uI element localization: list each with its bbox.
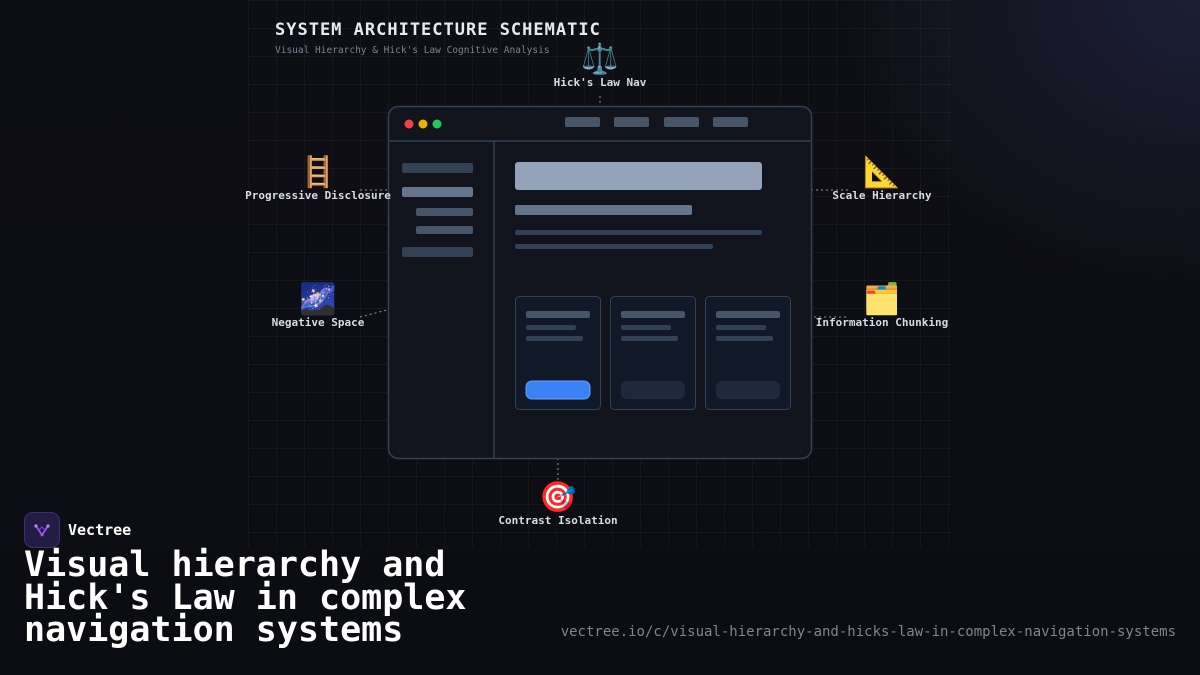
brand-name: Vectree	[68, 521, 132, 539]
callout-progressive-disclosure: 🪜 Progressive Disclosure	[245, 155, 391, 203]
nav-item-4	[713, 117, 748, 127]
callout-hicks-law-nav: ⚖️ Hick's Law Nav	[553, 42, 647, 90]
card-1-line-2	[526, 336, 583, 341]
card-2-line-2	[621, 336, 678, 341]
window-dot-red	[404, 119, 414, 129]
callout-label: Scale Hierarchy	[832, 189, 932, 202]
nav-item-1	[565, 117, 600, 127]
callout-label: Progressive Disclosure	[245, 189, 391, 202]
card-3-button	[716, 381, 780, 399]
triangle-ruler-icon: 📐	[863, 155, 901, 190]
ladder-icon: 🪜	[299, 155, 337, 190]
scales-icon: ⚖️	[581, 42, 619, 77]
sidebar-subitem-1	[416, 208, 473, 216]
card-2-title	[621, 311, 685, 318]
nav-item-2	[614, 117, 649, 127]
brand: Vectree	[24, 512, 131, 548]
body-line-1	[515, 230, 762, 235]
vectree-logo-icon	[24, 512, 60, 548]
card-3-title	[716, 311, 780, 318]
card-1-title	[526, 311, 590, 318]
window-dot-green	[432, 119, 442, 129]
card-1-primary-button	[525, 380, 591, 400]
window-dot-yellow	[418, 119, 428, 129]
headline: Visual hierarchy and Hick's Law in compl…	[24, 545, 467, 650]
sidebar-item-2-active	[402, 187, 473, 197]
card-2-line-1	[621, 325, 671, 330]
card-3-line-2	[716, 336, 773, 341]
card-index-dividers-icon: 🗂️	[863, 282, 901, 317]
callout-information-chunking: 🗂️ Information Chunking	[815, 282, 949, 330]
sidebar-item-1	[402, 163, 473, 173]
card-3-line-1	[716, 325, 766, 330]
callout-label: Negative Space	[271, 316, 365, 329]
heading-line	[515, 205, 692, 215]
callout-contrast-isolation: 🎯 Contrast Isolation	[498, 480, 618, 528]
body-line-2	[515, 244, 713, 249]
callout-negative-space: 🌌 Negative Space	[271, 282, 365, 330]
target-icon: 🎯	[539, 480, 577, 515]
hero-block	[515, 162, 762, 190]
callout-scale-hierarchy: 📐 Scale Hierarchy	[832, 155, 932, 203]
callout-label: Information Chunking	[815, 316, 949, 329]
callout-label: Contrast Isolation	[498, 514, 618, 527]
card-1-line-1	[526, 325, 576, 330]
sidebar-subitem-2	[416, 226, 473, 234]
milky-way-icon: 🌌	[299, 282, 337, 317]
nav-item-3	[664, 117, 699, 127]
article-url[interactable]: vectree.io/c/visual-hierarchy-and-hicks-…	[561, 624, 1176, 640]
sidebar-item-3	[402, 247, 473, 257]
callout-label: Hick's Law Nav	[553, 76, 647, 89]
card-2-button	[621, 381, 685, 399]
